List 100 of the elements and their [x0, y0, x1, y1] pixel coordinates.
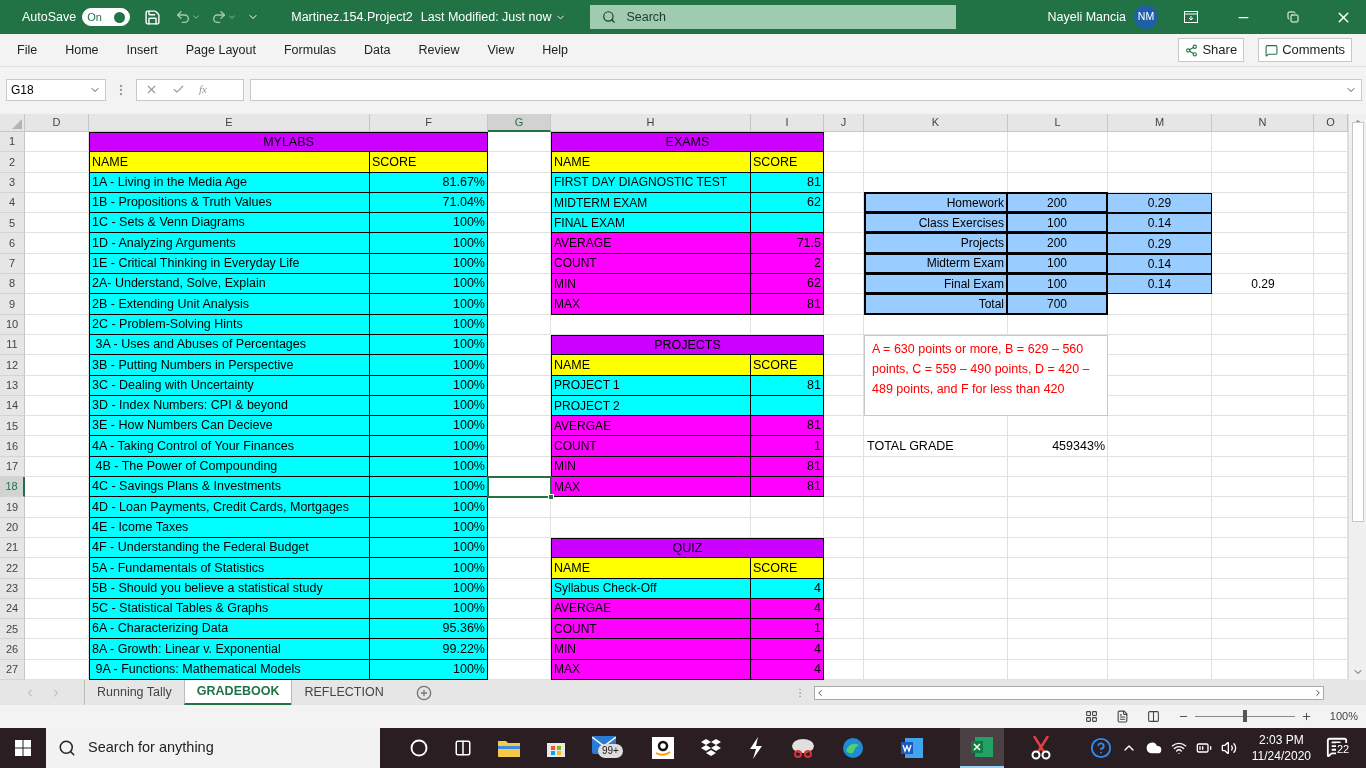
zoom-in-icon[interactable] [1300, 711, 1312, 722]
row-header[interactable]: 19 [0, 497, 25, 518]
selected-cell-outline[interactable] [487, 476, 552, 499]
row-header[interactable]: 18 [0, 477, 25, 498]
column-header[interactable]: F [370, 114, 488, 132]
enter-icon[interactable] [172, 83, 185, 96]
menu-tab[interactable]: View [487, 40, 515, 60]
document-title[interactable]: Martinez.154.Project2 [291, 7, 413, 27]
table-cell: 100% [370, 517, 488, 538]
row-header[interactable]: 11 [0, 334, 25, 356]
table-cell: 95.36% [370, 619, 488, 640]
row-header[interactable]: 27 [0, 659, 25, 680]
menu-tab[interactable]: Review [418, 40, 460, 60]
table-cell: MAX [551, 294, 751, 315]
column-header[interactable]: J [824, 114, 864, 132]
page-break-view-icon[interactable] [1146, 710, 1160, 723]
task-view-icon[interactable] [454, 739, 472, 757]
row-header[interactable]: 5 [0, 213, 25, 234]
battery-icon[interactable] [1195, 740, 1212, 756]
row-header[interactable]: 1 [0, 132, 25, 153]
last-modified-text[interactable]: Last Modified: Just now [420, 7, 552, 27]
search-field[interactable]: Search [590, 5, 957, 29]
column-header[interactable]: L [1008, 114, 1108, 132]
horizontal-scrollbar[interactable] [813, 685, 1324, 700]
wifi-icon[interactable] [1170, 740, 1187, 756]
dropbox-icon[interactable] [700, 738, 722, 758]
row-header[interactable]: 20 [0, 517, 25, 538]
clock-date[interactable]: 11/24/2020 [1251, 748, 1311, 764]
row-header[interactable]: 3 [0, 172, 25, 193]
formula-input[interactable] [250, 78, 1362, 101]
row-header[interactable]: 15 [0, 416, 25, 437]
redo-icon[interactable] [211, 9, 228, 25]
user-avatar[interactable]: NM [1134, 5, 1158, 29]
taskbar-search-field[interactable]: Search for anything [46, 728, 380, 768]
row-header[interactable]: 4 [0, 192, 25, 214]
cortana-circle-icon[interactable] [410, 739, 428, 757]
comments-button[interactable]: Comments [1258, 38, 1352, 62]
menu-tab[interactable]: File [17, 40, 38, 60]
cancel-icon[interactable] [145, 83, 158, 96]
column-header[interactable]: O [1314, 114, 1348, 132]
row-header[interactable]: 24 [0, 598, 25, 620]
lightning-icon[interactable] [748, 737, 764, 759]
windows-start-icon[interactable] [15, 740, 31, 756]
table-cell: 3A - Uses and Abuses of Percentages [89, 334, 370, 356]
row-header[interactable]: 16 [0, 436, 25, 457]
row-header[interactable]: 7 [0, 253, 25, 275]
zoom-slider-thumb[interactable] [1242, 710, 1247, 722]
row-header[interactable]: 25 [0, 619, 25, 640]
page-layout-view-icon[interactable] [1115, 710, 1129, 723]
menu-tab[interactable]: Home [65, 40, 99, 60]
column-header[interactable]: D [25, 114, 89, 132]
row-header[interactable]: 22 [0, 558, 25, 579]
row-header[interactable]: 13 [0, 375, 25, 396]
name-box[interactable]: G18 [6, 78, 106, 101]
row-header[interactable]: 12 [0, 355, 25, 376]
column-header[interactable]: M [1108, 114, 1212, 132]
share-button[interactable]: Share [1178, 38, 1245, 62]
scissors-icon[interactable] [1030, 736, 1052, 760]
ribbon-display-icon[interactable] [1184, 11, 1198, 23]
table-cell: PROJECT 1 [551, 375, 751, 396]
table-cell: 71.04% [370, 192, 488, 214]
autosave-toggle[interactable]: On [82, 8, 131, 26]
column-header[interactable]: E [89, 114, 370, 132]
row-header[interactable]: 26 [0, 639, 25, 660]
row-header[interactable]: 10 [0, 314, 25, 335]
row-header[interactable]: 17 [0, 456, 25, 478]
undo-icon[interactable] [175, 9, 192, 25]
sheet-tab[interactable]: GRADEBOOK [183, 680, 292, 705]
restore-icon[interactable] [1287, 11, 1299, 23]
word-app-icon[interactable] [901, 738, 923, 758]
cloud-icon[interactable] [1145, 740, 1162, 756]
row-header[interactable]: 2 [0, 152, 25, 173]
folder-icon[interactable] [498, 739, 520, 757]
column-header[interactable]: N [1212, 114, 1314, 132]
normal-view-icon[interactable] [1084, 710, 1098, 723]
menu-tab[interactable]: Help [542, 40, 569, 60]
column-header[interactable]: H [551, 114, 751, 132]
menu-tab[interactable]: Page Layout [185, 40, 256, 60]
user-name[interactable]: Nayeli Mancia [1047, 7, 1126, 27]
row-header[interactable]: 9 [0, 294, 25, 315]
column-header[interactable]: K [864, 114, 1008, 132]
add-sheet-icon[interactable] [415, 684, 432, 701]
row-header[interactable]: 6 [0, 233, 25, 254]
menu-tab[interactable]: Insert [126, 40, 158, 60]
save-icon[interactable] [144, 8, 162, 26]
row-header[interactable]: 8 [0, 274, 25, 295]
vertical-scrollbar[interactable] [1348, 114, 1366, 680]
column-header[interactable]: I [751, 114, 824, 132]
menu-tab[interactable]: Data [364, 40, 391, 60]
clock-time[interactable]: 2:03 PM [1259, 732, 1304, 748]
row-header[interactable]: 21 [0, 537, 25, 559]
row-header[interactable]: 14 [0, 395, 25, 417]
zoom-level-text[interactable]: 100% [1329, 708, 1358, 725]
table-cell: COUNT [551, 253, 751, 275]
column-header[interactable]: G [488, 114, 551, 132]
menu-tab[interactable]: Formulas [283, 40, 337, 60]
excel-app-icon[interactable] [971, 737, 993, 757]
volume-icon[interactable] [1220, 740, 1237, 756]
help-icon[interactable] [1089, 737, 1112, 759]
row-header[interactable]: 23 [0, 578, 25, 599]
